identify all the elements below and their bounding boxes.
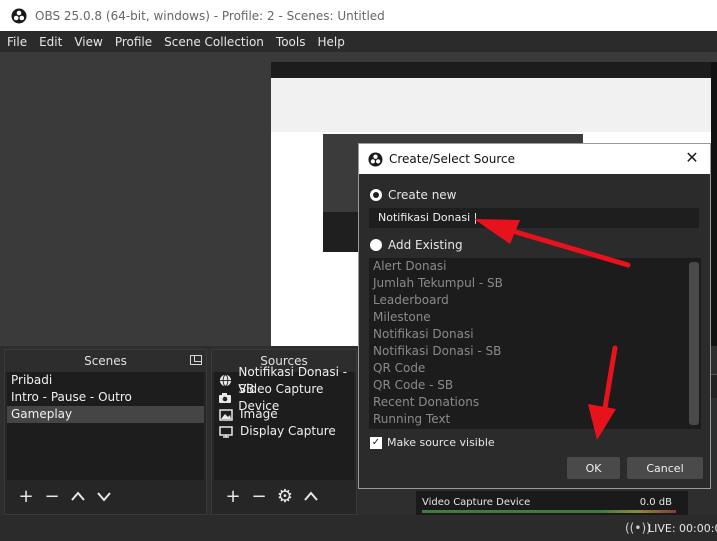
make-visible-checkbox-row[interactable]: ✓ Make source visible [370,436,495,449]
obs-logo-icon [11,8,27,23]
sources-toolbar: + − ⚙ [212,480,356,514]
captured-browser [271,78,717,132]
list-scrollbar[interactable] [689,262,699,425]
existing-sources-list: Alert Donasi Jumlah Tekumpul - SB Leader… [369,258,701,429]
existing-source-item[interactable]: QR Code [369,360,701,377]
scenes-header: Scenes [5,350,206,372]
existing-source-item[interactable]: Jumlah Tekumpul - SB [369,275,701,292]
source-item[interactable]: Video Capture Device [214,382,354,413]
remove-source-icon[interactable]: − [246,487,272,507]
menu-edit[interactable]: Edit [39,35,62,49]
scenes-title: Scenes [84,354,127,368]
move-up-icon[interactable] [65,487,91,507]
globe-icon [218,374,232,388]
add-existing-label: Add Existing [388,238,463,252]
title-bar: OBS 25.0.8 (64-bit, windows) - Profile: … [0,0,717,31]
ok-button[interactable]: OK [567,457,620,479]
radio-checked-icon[interactable] [370,189,382,201]
existing-source-item[interactable]: QR Code - SB [369,377,701,394]
menu-profile[interactable]: Profile [115,35,152,49]
menu-help[interactable]: Help [317,35,344,49]
live-timer: LIVE: 00:00:00 [648,522,717,535]
existing-source-item[interactable]: Running Text [369,411,701,428]
status-bar: ((•)) LIVE: 00:00:00 [0,515,717,541]
menu-tools[interactable]: Tools [276,35,306,49]
image-icon [218,408,234,422]
mixer-channel-name: Video Capture Device [422,497,531,508]
obs-logo-icon [368,151,383,167]
float-dock-icon[interactable] [190,355,202,365]
scene-item[interactable]: Pribadi [7,372,204,389]
close-icon[interactable]: ✕ [684,150,700,166]
checkbox-checked-icon[interactable]: ✓ [370,436,382,449]
dialog-title: Create/Select Source [389,152,515,166]
scenes-list: Pribadi Intro - Pause - Outro Gameplay [7,372,204,480]
camera-icon [218,391,232,405]
dialog-title-bar: Create/Select Source ✕ [359,144,710,174]
cancel-button[interactable]: Cancel [627,457,703,479]
scene-item-selected[interactable]: Gameplay [7,406,204,423]
menu-scene-collection[interactable]: Scene Collection [164,35,264,49]
existing-source-item[interactable]: Notifikasi Donasi - SB [369,343,701,360]
captured-edge [711,62,717,346]
menu-bar: File Edit View Profile Scene Collection … [0,31,717,52]
source-name-input[interactable]: Notifikasi Donasi | [369,208,699,228]
text-cursor: | [470,211,478,224]
radio-unchecked-icon[interactable] [370,239,382,251]
create-new-radio[interactable]: Create new [370,188,457,202]
monitor-icon [218,425,234,439]
sources-dock: Sources Notifikasi Donasi - SB Video Cap… [211,349,357,515]
existing-source-item[interactable]: Milestone [369,309,701,326]
source-label: Image [240,407,278,421]
create-select-source-dialog: Create/Select Source ✕ Create new Notifi… [358,143,711,489]
volume-meter [422,510,676,513]
scenes-toolbar: + − [5,480,206,514]
move-up-icon[interactable] [298,487,324,507]
add-existing-radio[interactable]: Add Existing [370,238,463,252]
sources-list: Notifikasi Donasi - SB Video Capture Dev… [214,365,354,480]
mixer-volume-db: 0.0 dB [639,497,672,508]
gear-icon[interactable]: ⚙ [272,487,298,507]
existing-source-item[interactable]: Notifikasi Donasi [369,326,701,343]
scene-item[interactable]: Intro - Pause - Outro [7,389,204,406]
window-title: OBS 25.0.8 (64-bit, windows) - Profile: … [35,8,385,23]
menu-view[interactable]: View [74,35,102,49]
existing-source-item[interactable]: Recent Donations [369,394,701,411]
move-down-icon[interactable] [91,487,117,507]
audio-mixer-channel: Video Capture Device 0.0 dB [416,491,688,515]
obs-window: OBS 25.0.8 (64-bit, windows) - Profile: … [0,0,717,541]
remove-scene-icon[interactable]: − [39,487,65,507]
source-name-value: Notifikasi Donasi [378,211,471,224]
existing-source-item[interactable]: Leaderboard [369,292,701,309]
create-new-label: Create new [388,188,457,202]
existing-source-item[interactable]: Alert Donasi [369,258,701,275]
source-item[interactable]: Display Capture [214,423,354,440]
add-source-icon[interactable]: + [220,487,246,507]
captured-titlebar [271,62,717,78]
add-scene-icon[interactable]: + [13,487,39,507]
scenes-dock: Scenes Pribadi Intro - Pause - Outro Gam… [4,349,207,515]
menu-file[interactable]: File [7,35,27,49]
captured-panel [323,212,363,252]
make-visible-label: Make source visible [387,436,495,449]
broadcast-icon: ((•)) [625,521,651,535]
source-label: Display Capture [240,424,336,438]
